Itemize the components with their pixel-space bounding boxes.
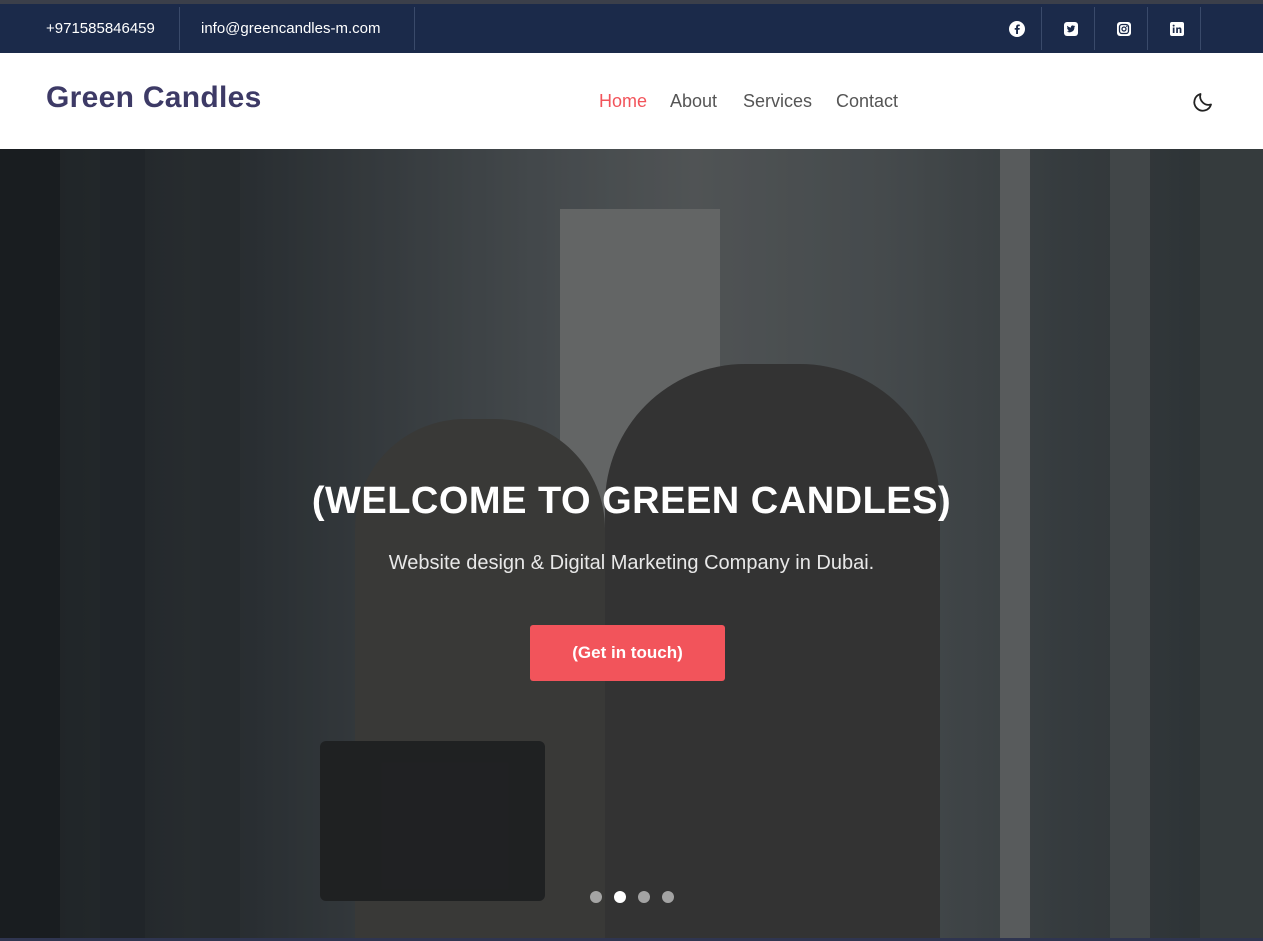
hero-carousel: (WELCOME TO GREEN CANDLES) Website desig… [0, 149, 1263, 941]
divider [1200, 7, 1201, 50]
carousel-dot[interactable] [638, 891, 650, 903]
hero-title: (WELCOME TO GREEN CANDLES) [311, 480, 952, 522]
instagram-link[interactable] [1097, 4, 1150, 53]
nav-home[interactable]: Home [599, 91, 647, 112]
facebook-icon [1008, 20, 1025, 37]
divider [1094, 7, 1095, 50]
nav-services[interactable]: Services [743, 91, 812, 112]
email-link[interactable]: info@greencandles-m.com [201, 4, 380, 53]
phone-number[interactable]: +971585846459 [46, 4, 155, 53]
twitter-icon [1063, 21, 1078, 36]
top-contact-bar: +971585846459 info@greencandles-m.com [0, 4, 1263, 53]
twitter-link[interactable] [1044, 4, 1097, 53]
linkedin-link[interactable] [1150, 4, 1203, 53]
moon-icon[interactable] [1191, 90, 1215, 114]
nav-contact[interactable]: Contact [836, 91, 898, 112]
divider [179, 7, 180, 50]
site-logo[interactable]: Green Candles [46, 81, 262, 115]
divider [1041, 7, 1042, 50]
get-in-touch-button[interactable]: (Get in touch) [530, 625, 725, 681]
linkedin-icon [1169, 21, 1184, 36]
divider [414, 7, 415, 50]
carousel-dot[interactable] [662, 891, 674, 903]
carousel-indicators [590, 891, 674, 903]
carousel-dot-active[interactable] [614, 891, 626, 903]
instagram-icon [1116, 21, 1131, 36]
divider [1147, 7, 1148, 50]
hero-overlay [0, 149, 1263, 941]
facebook-link[interactable] [990, 4, 1043, 53]
main-header: Green Candles Home About Services Contac… [0, 53, 1263, 149]
hero-subtitle: Website design & Digital Marketing Compa… [388, 552, 875, 574]
nav-about[interactable]: About [670, 91, 717, 112]
carousel-dot[interactable] [590, 891, 602, 903]
